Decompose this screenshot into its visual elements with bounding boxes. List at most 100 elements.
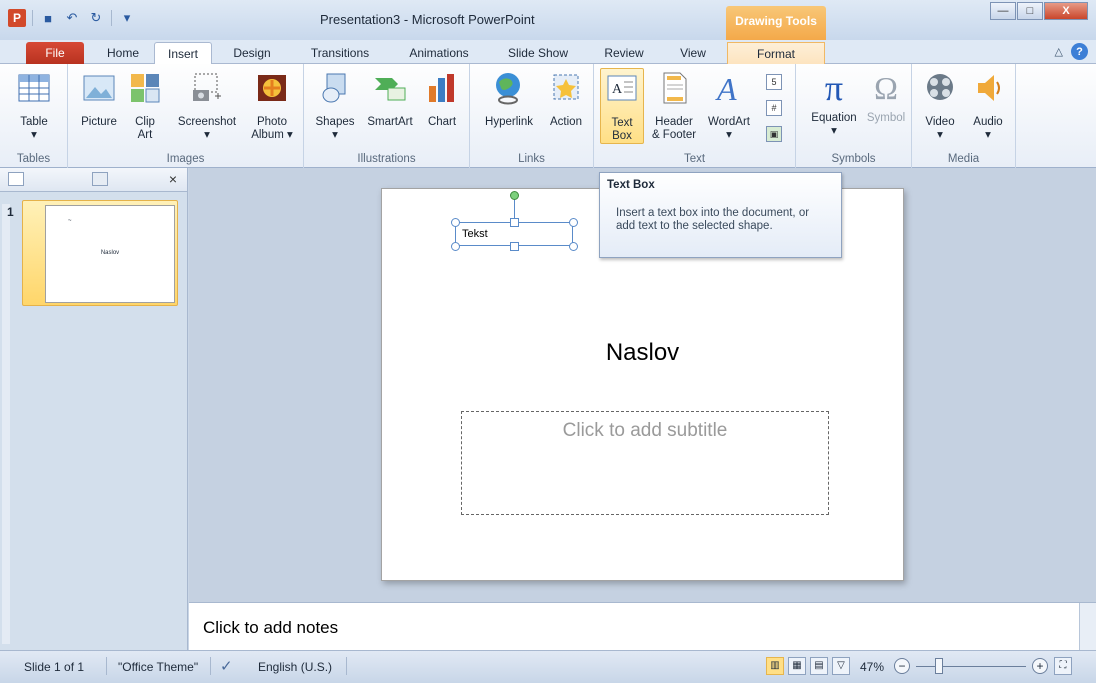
wordart-icon: A xyxy=(715,71,737,107)
resize-handle-bottom-left[interactable] xyxy=(451,242,460,251)
zoom-slider-thumb[interactable] xyxy=(934,658,943,674)
redo-icon[interactable]: ↻ xyxy=(87,9,105,27)
picture-label: Picture xyxy=(81,116,117,128)
slide-show-icon[interactable]: ▽ xyxy=(832,657,850,675)
slides-tab-icon[interactable] xyxy=(8,172,24,186)
audio-dropdown-icon: ▾ xyxy=(985,129,991,141)
audio-button[interactable]: Audio ▾ xyxy=(966,70,1010,142)
photo-album-button[interactable]: Photo Album ▾ xyxy=(246,70,298,142)
tab-file[interactable]: File xyxy=(26,42,84,64)
slide-thumbnail[interactable]: ~ Naslov xyxy=(45,205,175,303)
picture-button[interactable]: Picture xyxy=(76,70,122,129)
zoom-out-button[interactable]: − xyxy=(894,658,910,674)
outline-tab-icon[interactable] xyxy=(92,172,108,186)
speaker-icon xyxy=(978,75,1000,101)
tooltip-title: Text Box xyxy=(607,179,655,191)
wordart-dropdown-icon: ▾ xyxy=(726,129,732,141)
slide-thumbnail-selected[interactable]: 1 ~ Naslov xyxy=(7,200,178,306)
pane-scrollbar[interactable] xyxy=(2,204,10,644)
fit-to-window-icon[interactable]: ⛶ xyxy=(1054,657,1072,675)
close-button[interactable]: X xyxy=(1044,2,1088,20)
tab-transitions[interactable]: Transitions xyxy=(298,42,382,64)
resize-handle-bottom-right[interactable] xyxy=(569,242,578,251)
smartart-button[interactable]: SmartArt xyxy=(362,70,418,129)
equation-button[interactable]: π Equation ▾ xyxy=(804,70,864,138)
rotation-handle[interactable] xyxy=(510,191,519,200)
video-label: Video xyxy=(925,116,955,128)
maximize-button[interactable]: □ xyxy=(1017,2,1043,20)
hyperlink-button[interactable]: Hyperlink xyxy=(476,70,542,129)
slide-count: Slide 1 of 1 xyxy=(24,660,85,674)
group-label-media: Media xyxy=(947,153,980,165)
symbol-button[interactable]: Ω Symbol xyxy=(864,70,908,125)
notes-scrollbar[interactable] xyxy=(1079,603,1096,651)
tab-slide-show[interactable]: Slide Show xyxy=(496,42,580,64)
notes-pane[interactable]: Click to add notes xyxy=(189,602,1096,651)
minimize-ribbon-icon[interactable]: △ xyxy=(1055,45,1063,58)
tab-animations[interactable]: Animations xyxy=(396,42,482,64)
spelling-check-icon[interactable]: ✓ xyxy=(220,657,233,675)
tab-review[interactable]: Review xyxy=(594,42,654,64)
action-button[interactable]: Action xyxy=(544,70,588,129)
zoom-slider-track[interactable] xyxy=(916,666,1026,667)
clip-art-button[interactable]: Clip Art xyxy=(126,70,164,142)
window-title: Presentation3 - Microsoft PowerPoint xyxy=(320,12,535,27)
text-box-label-1: Text xyxy=(611,117,633,129)
object-icon[interactable]: ▣ xyxy=(766,126,782,142)
resize-handle-top-left[interactable] xyxy=(451,218,460,227)
slide-title[interactable]: Naslov xyxy=(382,339,903,367)
group-label-text: Text xyxy=(683,153,706,165)
group-links: Hyperlink Action Links xyxy=(470,64,594,168)
tab-format[interactable]: Format xyxy=(727,42,825,64)
group-label-links: Links xyxy=(518,153,545,165)
slide-number-icon[interactable]: # xyxy=(766,100,782,116)
resize-handle-bottom[interactable] xyxy=(510,242,519,251)
powerpoint-logo-icon[interactable]: P xyxy=(8,9,26,27)
video-button[interactable]: Video ▾ xyxy=(918,70,962,142)
subtitle-placeholder[interactable]: Click to add subtitle xyxy=(461,411,829,515)
symbol-label: Symbol xyxy=(866,112,906,124)
table-button[interactable]: Table ▾ xyxy=(10,70,58,142)
action-label: Action xyxy=(550,116,582,128)
customize-qat-icon[interactable]: ▾ xyxy=(118,9,136,27)
clip-art-label-2: Art xyxy=(137,129,153,141)
header-footer-icon xyxy=(663,72,687,104)
language[interactable]: English (U.S.) xyxy=(258,660,332,674)
date-time-icon[interactable]: 5 xyxy=(766,74,782,90)
wordart-label: WordArt xyxy=(708,116,750,128)
help-icon[interactable]: ? xyxy=(1071,43,1088,60)
text-box-content[interactable]: Tekst xyxy=(462,228,488,240)
tab-design[interactable]: Design xyxy=(220,42,284,64)
screenshot-button[interactable]: Screenshot ▾ xyxy=(172,70,242,142)
resize-handle-top[interactable] xyxy=(510,218,519,227)
chart-button[interactable]: Chart xyxy=(420,70,464,129)
reading-view-icon[interactable]: ▤ xyxy=(810,657,828,675)
group-label-illustrations: Illustrations xyxy=(357,153,416,165)
tab-home[interactable]: Home xyxy=(96,42,150,64)
tab-view[interactable]: View xyxy=(666,42,720,64)
close-pane-icon[interactable]: × xyxy=(169,171,177,187)
shapes-button[interactable]: Shapes ▾ xyxy=(310,70,360,142)
title-bar: P ■ ↶ ↻ ▾ Presentation3 - Microsoft Powe… xyxy=(0,0,1096,40)
action-icon xyxy=(553,74,579,100)
video-dropdown-icon: ▾ xyxy=(937,129,943,141)
hyperlink-icon xyxy=(496,73,520,105)
text-box-button[interactable]: A Text Box xyxy=(600,68,644,144)
normal-view-icon[interactable]: ▥ xyxy=(766,657,784,675)
group-label-symbols: Symbols xyxy=(831,153,876,165)
header-footer-button[interactable]: Header & Footer xyxy=(648,70,700,142)
notes-placeholder[interactable]: Click to add notes xyxy=(203,618,338,638)
status-separator xyxy=(106,657,107,675)
tab-insert[interactable]: Insert xyxy=(154,42,212,64)
minimize-button[interactable]: — xyxy=(990,2,1016,20)
wordart-button[interactable]: A WordArt ▾ xyxy=(702,70,756,142)
status-bar: Slide 1 of 1 "Office Theme" ✓ English (U… xyxy=(0,650,1096,683)
undo-icon[interactable]: ↶ xyxy=(63,9,81,27)
slide-sorter-icon[interactable]: ▦ xyxy=(788,657,806,675)
ribbon-right-controls: △ ? xyxy=(1055,43,1088,60)
theme-name[interactable]: "Office Theme" xyxy=(118,660,198,674)
zoom-level[interactable]: 47% xyxy=(860,660,884,674)
resize-handle-top-right[interactable] xyxy=(569,218,578,227)
save-icon[interactable]: ■ xyxy=(39,9,57,27)
zoom-in-button[interactable]: + xyxy=(1032,658,1048,674)
